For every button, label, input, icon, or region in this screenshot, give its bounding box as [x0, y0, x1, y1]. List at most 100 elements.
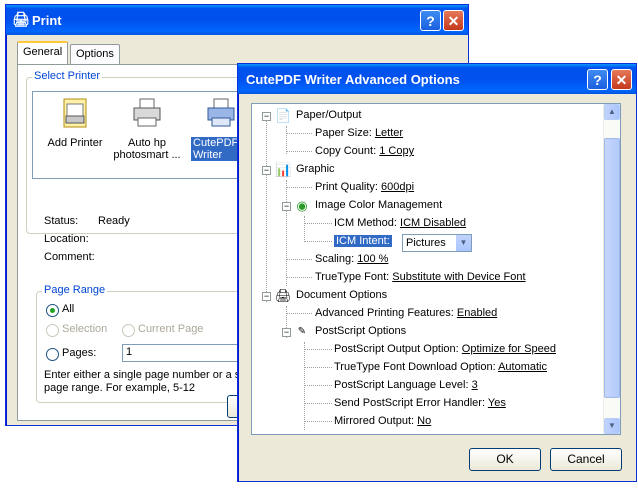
- collapse-paper-output[interactable]: −: [262, 112, 271, 121]
- node-graphic[interactable]: Graphic: [296, 163, 335, 175]
- tree-line: [304, 216, 305, 240]
- advanced-close-button[interactable]: ✕: [611, 69, 632, 90]
- tree-line: [286, 126, 287, 154]
- copy-count-value[interactable]: 1 Copy: [379, 145, 414, 157]
- truetype-value[interactable]: Substitute with Device Font: [392, 271, 525, 283]
- ps-output-label: PostScript Output Option:: [334, 343, 459, 355]
- node-postscript-options[interactable]: PostScript Options: [315, 325, 406, 337]
- tree-line: [304, 385, 332, 386]
- ps-output-value[interactable]: Optimize for Speed: [462, 343, 556, 355]
- tree-line: [304, 403, 332, 404]
- icm-intent-label: ICM Intent:: [334, 235, 392, 247]
- node-print-quality[interactable]: Print Quality: 600dpi: [315, 181, 414, 193]
- graphic-icon: 📊: [275, 162, 292, 177]
- advanced-title: CutePDF Writer Advanced Options: [246, 72, 460, 87]
- current-page-radio[interactable]: [122, 324, 135, 337]
- scaling-label: Scaling:: [315, 253, 355, 265]
- copy-count-label: Copy Count:: [315, 145, 377, 157]
- node-tt-download[interactable]: TrueType Font Download Option: Automatic: [334, 361, 547, 373]
- tree-line: [286, 151, 312, 152]
- tree-line: [286, 187, 312, 188]
- print-app-icon: 🖨: [12, 11, 30, 27]
- node-icm[interactable]: Image Color Management: [315, 199, 442, 211]
- mirrored-label: Mirrored Output:: [334, 415, 415, 427]
- node-icm-intent[interactable]: ICM Intent:: [334, 235, 392, 247]
- postscript-icon: ✎: [297, 326, 307, 337]
- all-label: All: [62, 303, 75, 315]
- node-ps-error[interactable]: Send PostScript Error Handler: Yes: [334, 397, 506, 409]
- page-range-hint-1: Enter either a single page number or a s…: [44, 369, 255, 381]
- node-advanced-printing[interactable]: Advanced Printing Features: Enabled: [315, 307, 497, 319]
- tree-line: [266, 118, 267, 302]
- tree-line: [304, 342, 305, 430]
- scroll-thumb[interactable]: [604, 138, 620, 398]
- ps-level-value[interactable]: 3: [472, 379, 478, 391]
- node-icm-method[interactable]: ICM Method: ICM Disabled: [334, 217, 466, 229]
- tab-general[interactable]: General: [17, 41, 69, 65]
- mirrored-value[interactable]: No: [417, 415, 431, 427]
- collapse-icm[interactable]: −: [282, 202, 291, 211]
- node-scaling[interactable]: Scaling: 100 %: [315, 253, 388, 265]
- printer-icon: [133, 98, 161, 127]
- ps-error-value[interactable]: Yes: [488, 397, 506, 409]
- scroll-down-icon[interactable]: ▼: [604, 418, 620, 434]
- printer-list[interactable]: Add Printer Auto hp photosmart ... CuteP…: [32, 91, 254, 179]
- collapse-graphic[interactable]: −: [262, 166, 271, 175]
- status-label: Status:: [44, 215, 79, 227]
- print-title: Print: [32, 13, 62, 28]
- node-truetype-font[interactable]: TrueType Font: Substitute with Device Fo…: [315, 271, 526, 283]
- paper-size-label: Paper Size:: [315, 127, 372, 139]
- pages-label: Pages:: [62, 347, 97, 359]
- tt-download-label: TrueType Font Download Option:: [334, 361, 496, 373]
- icm-intent-select[interactable]: Pictures ▼: [402, 234, 472, 252]
- print-quality-value[interactable]: 600dpi: [381, 181, 414, 193]
- paper-icon: 📄: [275, 108, 292, 123]
- adv-print-value[interactable]: Enabled: [457, 307, 497, 319]
- color-management-icon: ◉: [296, 198, 308, 213]
- status-value: Ready: [98, 215, 130, 227]
- collapse-postscript-options[interactable]: −: [282, 328, 291, 337]
- tree-line: [286, 259, 312, 260]
- print-title-bar[interactable]: 🖨 Print ? ✕: [6, 5, 468, 35]
- cancel-button[interactable]: Cancel: [550, 448, 622, 471]
- tt-download-value[interactable]: Automatic: [498, 361, 547, 373]
- advanced-options-dialog: CutePDF Writer Advanced Options ? ✕ − 📄 …: [237, 63, 637, 482]
- icm-method-label: ICM Method:: [334, 217, 397, 229]
- node-ps-output[interactable]: PostScript Output Option: Optimize for S…: [334, 343, 556, 355]
- advanced-client: − 📄 Paper/Output Paper Size: Letter Copy…: [241, 94, 633, 478]
- tree-scrollbar[interactable]: ▲ ▼: [603, 104, 620, 434]
- node-document-options[interactable]: Document Options: [296, 289, 387, 301]
- ok-button[interactable]: OK: [469, 448, 541, 471]
- selection-label: Selection: [62, 323, 108, 335]
- chevron-down-icon[interactable]: ▼: [456, 235, 471, 251]
- selection-radio[interactable]: [46, 324, 59, 337]
- comment-label: Comment:: [44, 251, 95, 263]
- options-tree[interactable]: − 📄 Paper/Output Paper Size: Letter Copy…: [251, 103, 621, 435]
- icm-method-value[interactable]: ICM Disabled: [400, 217, 466, 229]
- node-mirrored-output[interactable]: Mirrored Output: No: [334, 415, 431, 427]
- help-button[interactable]: ?: [420, 10, 441, 31]
- printer-item-hp[interactable]: Auto hp photosmart ...: [105, 96, 189, 161]
- scaling-value[interactable]: 100 %: [357, 253, 388, 265]
- all-radio[interactable]: [46, 304, 59, 317]
- advanced-title-bar[interactable]: CutePDF Writer Advanced Options ? ✕: [238, 64, 636, 94]
- tree-line: [286, 180, 287, 286]
- node-paper-output[interactable]: Paper/Output: [296, 109, 361, 121]
- paper-size-value[interactable]: Letter: [375, 127, 403, 139]
- truetype-label: TrueType Font:: [315, 271, 390, 283]
- node-ps-level[interactable]: PostScript Language Level: 3: [334, 379, 478, 391]
- collapse-document-options[interactable]: −: [262, 292, 271, 301]
- node-paper-size[interactable]: Paper Size: Letter: [315, 127, 403, 139]
- document-options-icon: 🖨: [275, 288, 292, 303]
- icm-intent-value: Pictures: [406, 237, 446, 249]
- node-copy-count[interactable]: Copy Count: 1 Copy: [315, 145, 414, 157]
- tree-line: [304, 223, 332, 224]
- tree-line: [304, 349, 332, 350]
- scroll-up-icon[interactable]: ▲: [604, 104, 620, 120]
- printer-icon: [207, 98, 235, 127]
- pages-radio[interactable]: [46, 348, 59, 361]
- location-label: Location:: [44, 233, 89, 245]
- tab-options[interactable]: Options: [70, 44, 120, 64]
- advanced-help-button[interactable]: ?: [587, 69, 608, 90]
- close-button[interactable]: ✕: [443, 10, 464, 31]
